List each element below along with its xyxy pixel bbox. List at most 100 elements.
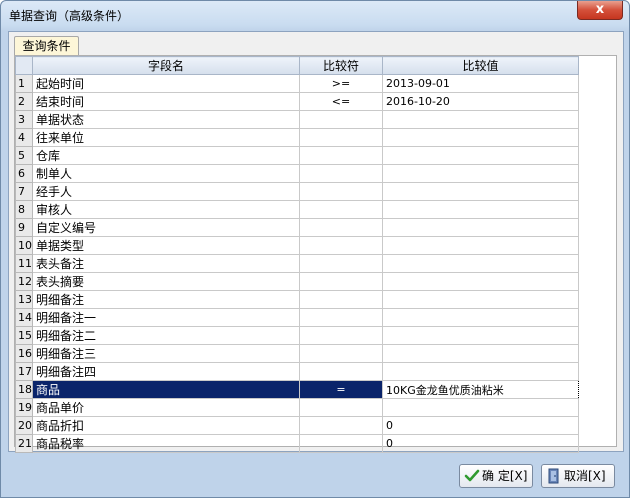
operator-cell[interactable]	[299, 416, 383, 435]
value-cell[interactable]	[382, 236, 579, 255]
operator-cell[interactable]	[299, 272, 383, 291]
value-cell[interactable]: 10KG金龙鱼优质油粘米	[382, 380, 579, 399]
value-cell[interactable]	[382, 164, 579, 183]
table-row[interactable]: 3 单据状态	[15, 110, 579, 129]
field-name-cell[interactable]: 单据状态	[32, 110, 300, 129]
table-row[interactable]: 9 自定义编号	[15, 218, 579, 237]
header-field-name[interactable]: 字段名	[32, 56, 300, 75]
field-name-cell[interactable]: 明细备注一	[32, 308, 300, 327]
field-name-cell[interactable]: 审核人	[32, 200, 300, 219]
table-row[interactable]: 21 商品税率 0	[15, 434, 579, 453]
field-name-cell[interactable]: 自定义编号	[32, 218, 300, 237]
table-row[interactable]: 14 明细备注一	[15, 308, 579, 327]
operator-cell[interactable]	[299, 254, 383, 273]
value-cell[interactable]	[382, 200, 579, 219]
value-cell[interactable]	[382, 326, 579, 345]
field-name-cell[interactable]: 仓库	[32, 146, 300, 165]
operator-cell[interactable]	[299, 308, 383, 327]
value-cell[interactable]	[382, 182, 579, 201]
operator-cell[interactable]	[299, 326, 383, 345]
value-cell[interactable]	[382, 344, 579, 363]
row-number: 8	[15, 200, 33, 219]
ok-button[interactable]: 确 定[X]	[459, 464, 533, 488]
field-name-cell[interactable]: 表头备注	[32, 254, 300, 273]
grid-header-row: 字段名 比较符 比较值	[15, 56, 579, 75]
operator-cell[interactable]	[299, 200, 383, 219]
operator-cell[interactable]	[299, 164, 383, 183]
table-row[interactable]: 8 审核人	[15, 200, 579, 219]
row-number: 10	[15, 236, 33, 255]
field-name-cell[interactable]: 表头摘要	[32, 272, 300, 291]
field-name-cell[interactable]: 商品折扣	[32, 416, 300, 435]
table-row[interactable]: 5 仓库	[15, 146, 579, 165]
tab-panel: 字段名 比较符 比较值 1 起始时间 >= 2013-09-01 2 结束时间 <= 2016…	[14, 55, 617, 453]
field-name-cell[interactable]: 单据类型	[32, 236, 300, 255]
tab-query-conditions[interactable]: 查询条件	[14, 36, 79, 55]
operator-cell[interactable]	[299, 362, 383, 381]
value-cell[interactable]: 0	[382, 416, 579, 435]
cancel-button-label: 取消[X]	[564, 469, 606, 483]
operator-cell[interactable]: <=	[299, 92, 383, 111]
operator-cell[interactable]	[299, 290, 383, 309]
operator-cell[interactable]	[299, 434, 383, 453]
value-cell[interactable]: 2016-10-20	[382, 92, 579, 111]
operator-cell[interactable]	[299, 398, 383, 417]
value-cell[interactable]: 2013-09-01	[382, 74, 579, 93]
value-cell[interactable]	[382, 146, 579, 165]
row-number: 18	[15, 380, 33, 399]
field-name-cell[interactable]: 商品税率	[32, 434, 300, 453]
operator-cell[interactable]: >=	[299, 74, 383, 93]
operator-cell[interactable]	[299, 182, 383, 201]
table-row[interactable]: 16 明细备注三	[15, 344, 579, 363]
value-cell[interactable]	[382, 128, 579, 147]
field-name-cell[interactable]: 制单人	[32, 164, 300, 183]
field-name-cell[interactable]: 起始时间	[32, 74, 300, 93]
table-row[interactable]: 2 结束时间 <= 2016-10-20	[15, 92, 579, 111]
value-cell[interactable]	[382, 110, 579, 129]
row-number: 12	[15, 272, 33, 291]
table-row[interactable]: 18 商品 = 10KG金龙鱼优质油粘米	[15, 380, 579, 399]
table-row[interactable]: 15 明细备注二	[15, 326, 579, 345]
field-name-cell[interactable]: 明细备注	[32, 290, 300, 309]
table-row[interactable]: 19 商品单价	[15, 398, 579, 417]
table-row[interactable]: 10 单据类型	[15, 236, 579, 255]
field-name-cell[interactable]: 明细备注三	[32, 344, 300, 363]
operator-cell[interactable]	[299, 344, 383, 363]
table-row[interactable]: 1 起始时间 >= 2013-09-01	[15, 74, 579, 93]
table-row[interactable]: 12 表头摘要	[15, 272, 579, 291]
operator-cell[interactable]	[299, 146, 383, 165]
field-name-cell[interactable]: 明细备注四	[32, 362, 300, 381]
field-name-cell[interactable]: 经手人	[32, 182, 300, 201]
grid-body: 1 起始时间 >= 2013-09-01 2 结束时间 <= 2016-10-20 3 单据状态 4…	[15, 74, 579, 453]
value-cell[interactable]	[382, 254, 579, 273]
operator-cell[interactable]	[299, 236, 383, 255]
table-row[interactable]: 17 明细备注四	[15, 362, 579, 381]
table-row[interactable]: 4 往来单位	[15, 128, 579, 147]
header-operator[interactable]: 比较符	[299, 56, 383, 75]
operator-cell[interactable]: =	[299, 380, 383, 399]
value-cell[interactable]	[382, 218, 579, 237]
close-button[interactable]: x	[577, 1, 623, 20]
table-row[interactable]: 20 商品折扣 0	[15, 416, 579, 435]
field-name-cell[interactable]: 往来单位	[32, 128, 300, 147]
operator-cell[interactable]	[299, 128, 383, 147]
value-cell[interactable]	[382, 290, 579, 309]
operator-cell[interactable]	[299, 218, 383, 237]
field-name-cell[interactable]: 结束时间	[32, 92, 300, 111]
table-row[interactable]: 11 表头备注	[15, 254, 579, 273]
header-value[interactable]: 比较值	[382, 56, 579, 75]
table-row[interactable]: 6 制单人	[15, 164, 579, 183]
field-name-cell[interactable]: 商品单价	[32, 398, 300, 417]
value-cell[interactable]	[382, 308, 579, 327]
value-cell[interactable]	[382, 398, 579, 417]
table-row[interactable]: 13 明细备注	[15, 290, 579, 309]
field-name-cell[interactable]: 商品	[32, 380, 300, 399]
table-row[interactable]: 7 经手人	[15, 182, 579, 201]
operator-cell[interactable]	[299, 110, 383, 129]
cancel-button[interactable]: 取消[X]	[541, 464, 615, 488]
row-number: 3	[15, 110, 33, 129]
value-cell[interactable]: 0	[382, 434, 579, 453]
value-cell[interactable]	[382, 362, 579, 381]
field-name-cell[interactable]: 明细备注二	[32, 326, 300, 345]
value-cell[interactable]	[382, 272, 579, 291]
